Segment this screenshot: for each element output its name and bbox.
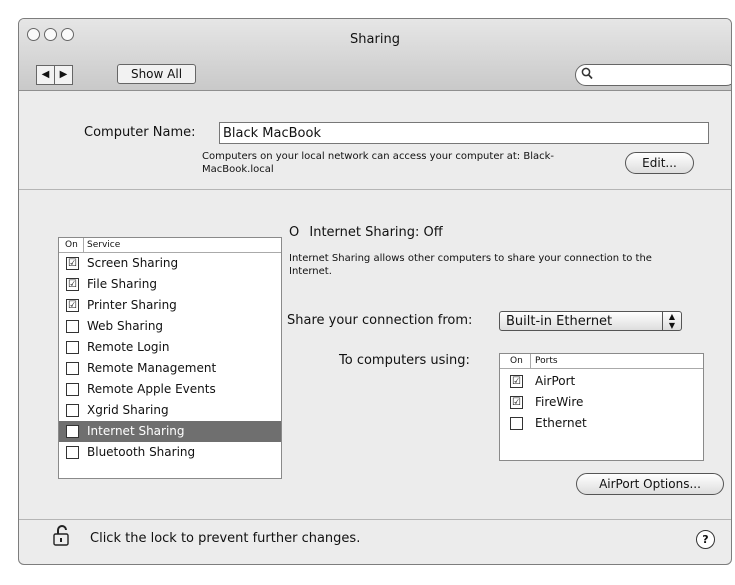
window-title: Sharing — [350, 32, 400, 47]
port-row[interactable]: Ethernet — [500, 413, 703, 434]
service-checkbox[interactable]: ☑ — [66, 299, 79, 312]
ports-list-header: On Ports — [500, 354, 703, 369]
footer-divider — [19, 519, 731, 520]
port-name: FireWire — [535, 395, 584, 409]
back-button[interactable]: ◀ — [36, 65, 55, 85]
ports-list[interactable]: On Ports ☑ AirPort ☑ FireWire Ethernet — [499, 353, 704, 461]
port-checkbox[interactable]: ☑ — [510, 396, 523, 409]
status-indicator-icon: O — [289, 225, 300, 240]
column-header-service: Service — [87, 240, 121, 250]
port-checkbox[interactable] — [510, 417, 523, 430]
airport-options-button[interactable]: AirPort Options... — [576, 473, 724, 495]
service-checkbox[interactable] — [66, 404, 79, 417]
edit-button[interactable]: Edit... — [625, 152, 694, 174]
service-checkbox[interactable]: ☑ — [66, 257, 79, 270]
help-button[interactable]: ? — [696, 530, 715, 549]
service-name: Remote Management — [87, 361, 217, 375]
service-row[interactable]: ☑ Screen Sharing — [59, 253, 281, 274]
service-name: Remote Login — [87, 340, 170, 354]
nav-buttons: ◀ ▶ — [36, 65, 73, 85]
service-name: Internet Sharing — [87, 424, 185, 438]
service-name: Xgrid Sharing — [87, 403, 169, 417]
to-computers-label: To computers using: — [339, 353, 470, 368]
popup-arrows-icon: ▲ ▼ — [662, 312, 681, 330]
service-list[interactable]: On Service ☑ Screen Sharing ☑ File Sharing ☑… — [58, 237, 282, 479]
service-name: Printer Sharing — [87, 298, 177, 312]
service-name: Bluetooth Sharing — [87, 445, 196, 459]
column-header-on: On — [510, 356, 523, 366]
port-row[interactable]: ☑ AirPort — [500, 371, 703, 392]
port-name: AirPort — [535, 374, 576, 388]
sharing-window: Sharing ◀ ▶ Show All Computer Name: Blac… — [18, 18, 732, 565]
service-name: File Sharing — [87, 277, 157, 291]
title-bar: Sharing ◀ ▶ Show All — [19, 19, 731, 91]
service-row[interactable]: Remote Management — [59, 358, 281, 379]
internet-sharing-description: Internet Sharing allows other computers … — [289, 253, 652, 277]
port-name: Ethernet — [535, 416, 587, 430]
share-from-popup[interactable]: Built-in Ethernet ▲ ▼ — [499, 311, 682, 331]
service-checkbox[interactable] — [66, 446, 79, 459]
service-checkbox[interactable] — [66, 362, 79, 375]
service-name: Screen Sharing — [87, 256, 179, 270]
status-text: Internet Sharing: Off — [309, 225, 443, 240]
service-name: Web Sharing — [87, 319, 164, 333]
port-row[interactable]: ☑ FireWire — [500, 392, 703, 413]
column-header-ports: Ports — [535, 356, 558, 366]
lock-icon[interactable] — [53, 524, 71, 546]
service-checkbox[interactable] — [66, 320, 79, 333]
computer-name-field[interactable]: Black MacBook — [219, 122, 709, 144]
service-row[interactable]: ☑ Printer Sharing — [59, 295, 281, 316]
service-row[interactable]: ☑ File Sharing — [59, 274, 281, 295]
service-checkbox[interactable] — [66, 341, 79, 354]
service-row[interactable]: Remote Login — [59, 337, 281, 358]
service-list-header: On Service — [59, 238, 281, 253]
service-name: Remote Apple Events — [87, 382, 216, 396]
service-row[interactable]: Web Sharing — [59, 316, 281, 337]
share-from-value: Built-in Ethernet — [506, 314, 613, 329]
service-checkbox[interactable] — [66, 425, 79, 438]
computer-name-description: Computers on your local network can acce… — [202, 151, 555, 175]
forward-button[interactable]: ▶ — [55, 65, 73, 85]
service-checkbox[interactable]: ☑ — [66, 278, 79, 291]
computer-name-label: Computer Name: — [84, 125, 196, 140]
lock-text: Click the lock to prevent further change… — [90, 531, 361, 546]
internet-sharing-status: O Internet Sharing: Off — [289, 225, 443, 240]
section-divider — [19, 189, 731, 190]
service-checkbox[interactable] — [66, 383, 79, 396]
service-row[interactable]: Bluetooth Sharing — [59, 442, 281, 463]
service-row[interactable]: Xgrid Sharing — [59, 400, 281, 421]
service-row[interactable]: Internet Sharing — [59, 421, 281, 442]
search-icon — [581, 66, 593, 83]
column-header-on: On — [65, 240, 78, 250]
search-input[interactable] — [575, 64, 731, 86]
share-from-label: Share your connection from: — [287, 313, 473, 328]
port-checkbox[interactable]: ☑ — [510, 375, 523, 388]
service-row[interactable]: Remote Apple Events — [59, 379, 281, 400]
show-all-button[interactable]: Show All — [117, 64, 196, 84]
